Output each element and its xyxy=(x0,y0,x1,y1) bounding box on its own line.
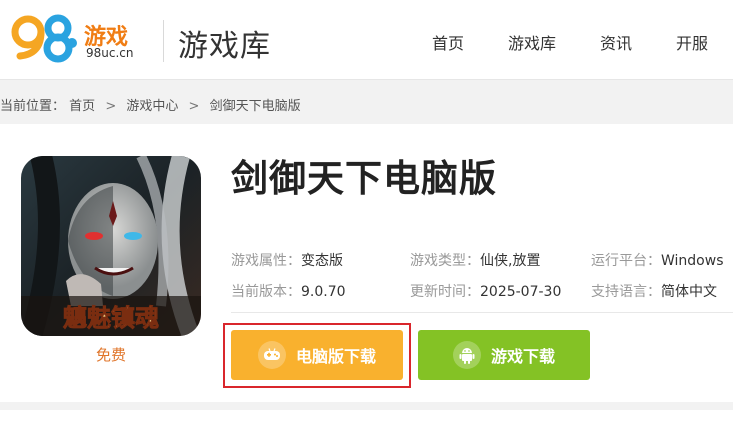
site-header: 游戏 98uc.cn 游戏库 首页 游戏库 资讯 开服 xyxy=(0,0,733,80)
attr-value: 2025-07-30 xyxy=(480,284,562,300)
attr-platform: 运行平台：Windows xyxy=(591,250,724,270)
breadcrumb-home[interactable]: 首页 xyxy=(69,99,95,114)
breadcrumb-separator: > xyxy=(105,99,117,114)
nav-home[interactable]: 首页 xyxy=(432,30,464,54)
attr-key: 当前版本： xyxy=(231,284,301,300)
attr-value: 变态版 xyxy=(301,253,343,269)
nav-servers[interactable]: 开服 xyxy=(676,30,708,54)
game-download-button[interactable]: 游戏下载 xyxy=(418,330,590,380)
header-title: 游戏库 xyxy=(178,29,271,64)
attr-value: 仙侠,放置 xyxy=(480,253,541,269)
attr-language: 支持语言：简体中文 xyxy=(591,281,717,301)
nav-game-library[interactable]: 游戏库 xyxy=(508,30,556,54)
attr-update-time: 更新时间：2025-07-30 xyxy=(410,281,561,301)
header-divider xyxy=(163,20,164,62)
attr-value: 简体中文 xyxy=(661,284,717,300)
attr-value: Windows xyxy=(661,253,724,269)
attr-value: 9.0.70 xyxy=(301,284,346,300)
game-info-card: 魑魅镇魂 免费 剑御天下电脑版 游戏属性：变态版 游戏类型：仙侠,放置 运行平台… xyxy=(0,124,733,402)
pc-download-button[interactable]: 电脑版下载 xyxy=(231,330,403,380)
game-cover-image[interactable]: 魑魅镇魂 xyxy=(21,156,201,336)
logo-domain: 98uc.cn xyxy=(86,46,134,60)
breadcrumb-prefix: 当前位置： xyxy=(0,99,66,114)
gamepad-icon xyxy=(257,341,286,369)
pc-download-label: 电脑版下载 xyxy=(295,347,376,366)
attr-key: 游戏类型： xyxy=(410,253,480,269)
breadcrumb-separator: > xyxy=(188,99,200,114)
game-download-label: 游戏下载 xyxy=(490,347,555,366)
attr-key: 游戏属性： xyxy=(231,253,301,269)
attr-divider xyxy=(231,312,733,313)
attr-key: 更新时间： xyxy=(410,284,480,300)
breadcrumb-current[interactable]: 剑御天下电脑版 xyxy=(210,99,301,114)
attr-key: 支持语言： xyxy=(591,284,661,300)
android-icon xyxy=(452,341,481,369)
price-label: 免费 xyxy=(95,346,126,364)
attr-version: 当前版本：9.0.70 xyxy=(231,281,346,301)
lower-section xyxy=(0,410,733,441)
breadcrumb: 当前位置： 首页 > 游戏中心 > 剑御天下电脑版 xyxy=(0,95,301,114)
cover-caption: 魑魅镇魂 xyxy=(63,303,159,332)
attr-game-property: 游戏属性：变态版 xyxy=(231,250,343,270)
breadcrumb-game-center[interactable]: 游戏中心 xyxy=(126,99,178,114)
nav-news[interactable]: 资讯 xyxy=(600,30,632,54)
attr-game-type: 游戏类型：仙侠,放置 xyxy=(410,250,540,270)
attr-key: 运行平台： xyxy=(591,253,661,269)
game-title: 剑御天下电脑版 xyxy=(231,157,497,200)
